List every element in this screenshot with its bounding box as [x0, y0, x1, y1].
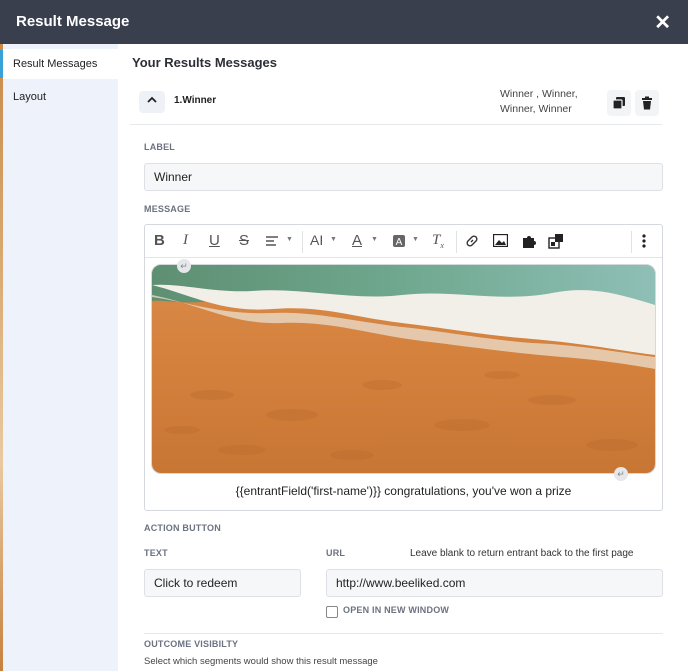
modal-title: Result Message [16, 13, 130, 30]
svg-text:A: A [396, 237, 403, 248]
url-hint: Leave blank to return entrant back to th… [410, 548, 634, 559]
message-caption[interactable]: {{entrantField('first-name')}} congratul… [145, 484, 662, 498]
editor-toolbar: B I U S ▼ AI ▼ A ▼ A ▼ Tx [145, 225, 662, 258]
font-size-dropdown-icon[interactable]: ▼ [330, 236, 337, 243]
toolbar-divider [631, 231, 632, 253]
button-text-input[interactable]: Click to redeem [144, 569, 301, 597]
return-icon[interactable]: ↵ [614, 467, 628, 481]
section-divider [144, 633, 663, 634]
underline-icon[interactable]: U [209, 232, 220, 249]
copy-icon [612, 97, 625, 110]
beach-photo [152, 265, 655, 473]
embed-icon[interactable] [548, 233, 564, 249]
result-row: 1.Winner Winner , Winner, Winner, Winner [130, 78, 662, 125]
label-input[interactable]: Winner [144, 163, 663, 191]
main-panel: Your Results Messages 1.Winner Winner , … [118, 44, 688, 671]
font-size-icon[interactable]: AI [310, 232, 323, 248]
url-input[interactable]: http://www.beeliked.com [326, 569, 663, 597]
outcome-visibility-description: Select which segments would show this re… [144, 656, 378, 667]
label-field-label: LABEL [144, 142, 175, 152]
clear-format-icon[interactable]: Tx [432, 232, 444, 250]
collapse-toggle[interactable] [139, 91, 165, 113]
message-editor[interactable]: B I U S ▼ AI ▼ A ▼ A ▼ Tx ↵ ↵ {{entrantF… [144, 224, 663, 511]
toolbar-divider [456, 231, 457, 253]
sidebar-item-layout[interactable]: Layout [3, 82, 118, 112]
strikethrough-icon[interactable]: S [239, 232, 249, 249]
text-field-label: TEXT [144, 548, 168, 558]
message-field-label: MESSAGE [144, 204, 191, 214]
image-icon[interactable] [493, 234, 508, 247]
background-color-icon[interactable]: A [392, 234, 406, 248]
result-segments: Winner , Winner, Winner, Winner [500, 87, 600, 117]
duplicate-button[interactable] [607, 90, 631, 116]
return-icon[interactable]: ↵ [177, 259, 191, 273]
action-button-section-label: ACTION BUTTON [144, 523, 221, 533]
url-field-label: URL [326, 548, 346, 558]
result-segments-line-2: Winner, Winner [500, 103, 572, 115]
modal-header: Result Message ✕ [0, 0, 688, 44]
delete-button[interactable] [635, 90, 659, 116]
italic-icon[interactable]: I [183, 232, 188, 249]
sidebar-item-result-messages[interactable]: Result Messages [3, 49, 118, 79]
font-color-dropdown-icon[interactable]: ▼ [371, 236, 378, 243]
chevron-up-icon [147, 96, 157, 103]
trash-icon [642, 96, 652, 110]
align-icon[interactable] [265, 235, 279, 247]
font-color-icon[interactable]: A [352, 232, 362, 249]
background-color-dropdown-icon[interactable]: ▼ [412, 236, 419, 243]
align-dropdown-icon[interactable]: ▼ [286, 236, 293, 243]
close-icon[interactable]: ✕ [654, 10, 671, 35]
message-image[interactable] [151, 264, 656, 474]
link-icon[interactable] [465, 234, 479, 248]
result-segments-line-1: Winner , Winner, [500, 88, 578, 100]
sidebar: Result Messages Layout [3, 44, 118, 671]
more-icon[interactable] [642, 234, 646, 248]
bold-icon[interactable]: B [154, 232, 165, 249]
toolbar-divider [302, 231, 303, 253]
new-window-checkbox[interactable] [326, 606, 338, 618]
new-window-label: OPEN IN NEW WINDOW [343, 605, 450, 615]
section-title: Your Results Messages [132, 55, 277, 70]
result-name: 1.Winner [174, 95, 217, 106]
outcome-visibility-label: OUTCOME VISIBILTY [144, 639, 239, 649]
plugin-icon[interactable] [521, 233, 537, 249]
